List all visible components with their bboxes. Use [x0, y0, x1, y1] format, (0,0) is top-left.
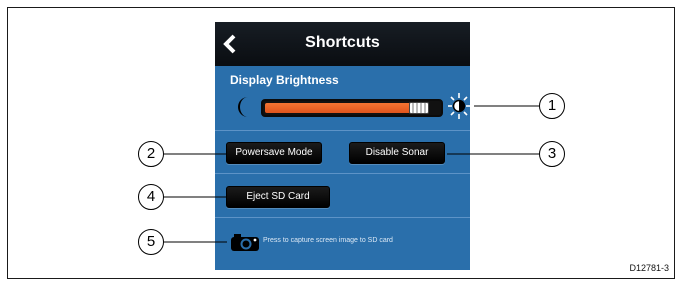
- callout-1: 1: [539, 93, 565, 119]
- callout-2: 2: [138, 141, 164, 167]
- callout-3: 3: [539, 141, 565, 167]
- callout-5: 5: [138, 229, 164, 255]
- callout-leaders: [164, 105, 539, 243]
- drawing-code: D12781-3: [629, 263, 669, 273]
- callout-4: 4: [138, 184, 164, 210]
